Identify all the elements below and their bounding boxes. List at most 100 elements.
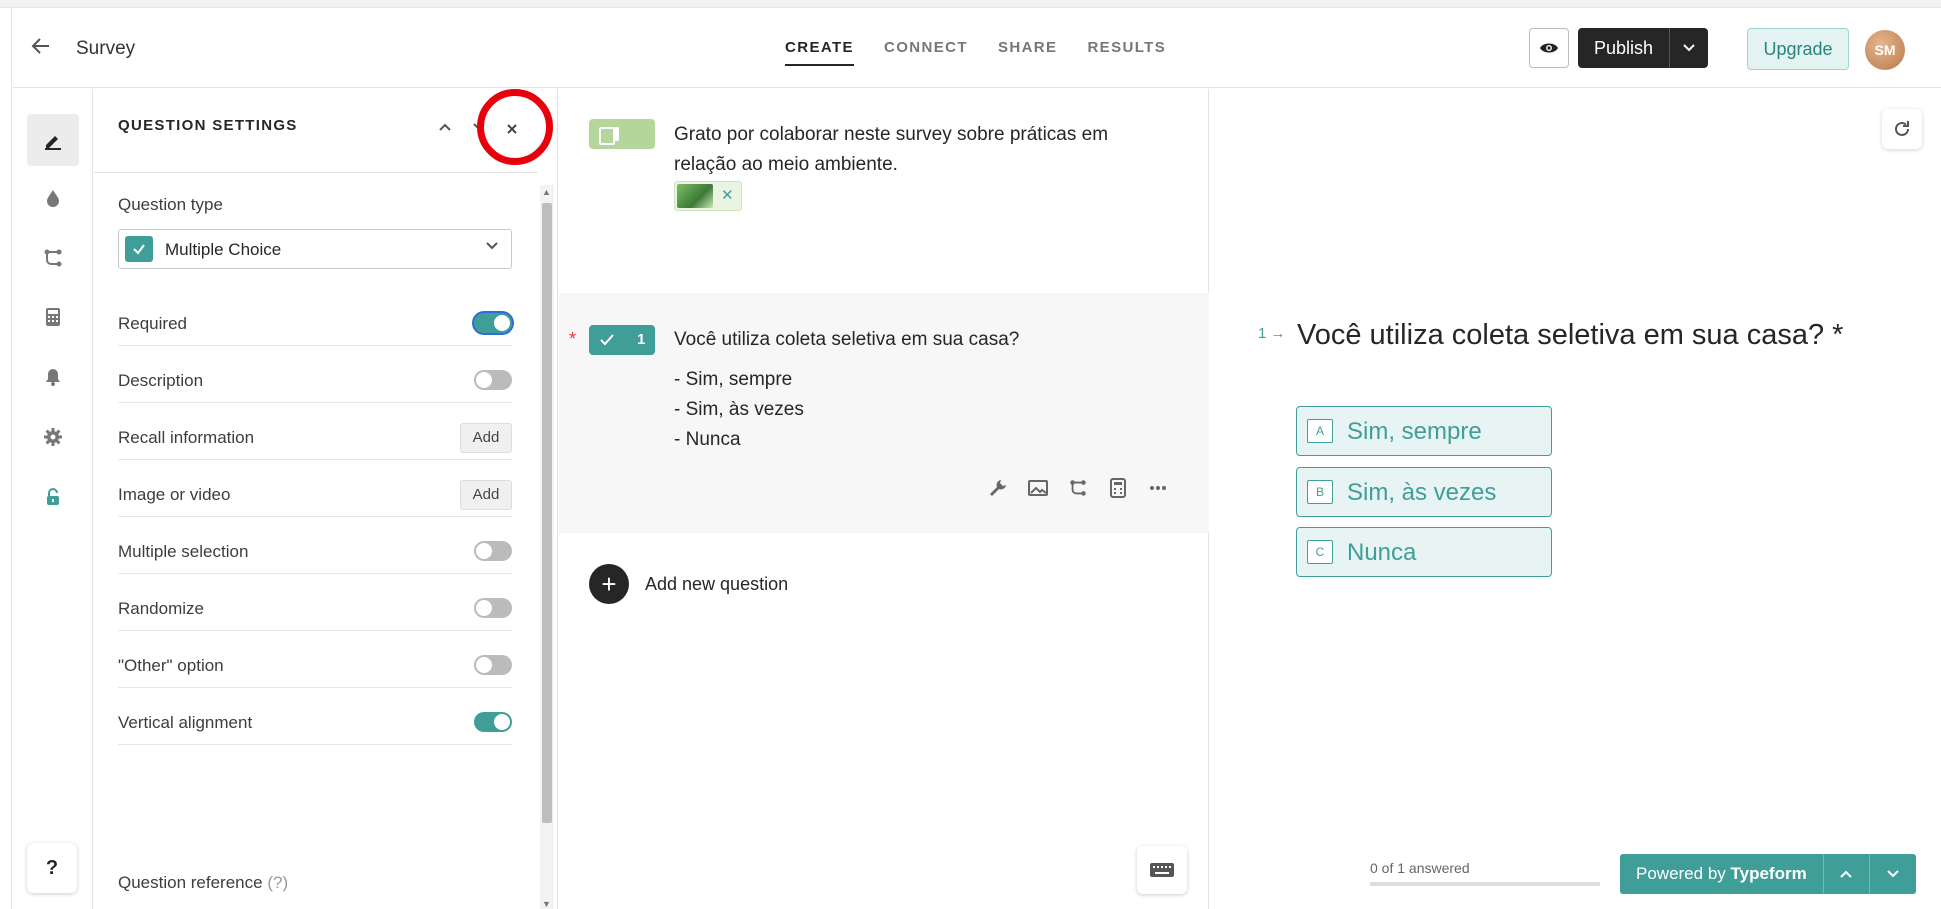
recall-add-button[interactable]: Add	[460, 423, 512, 453]
back-arrow-icon[interactable]	[31, 36, 51, 61]
powered-brand: Typeform	[1730, 864, 1807, 883]
checkbox-icon	[600, 334, 614, 346]
description-toggle[interactable]	[474, 370, 512, 390]
powered-by-link[interactable]: Powered by Typeform	[1620, 854, 1824, 894]
setting-image-or-video: Image or video Add	[118, 460, 512, 517]
main-tabs: CREATE CONNECT SHARE RESULTS	[785, 39, 1166, 66]
drop-icon	[47, 190, 59, 207]
setting-label: "Other" option	[118, 656, 224, 675]
add-new-question-button[interactable]: + Add new question	[589, 564, 788, 604]
question-reference-label: Question reference	[118, 873, 263, 892]
progress-text: 0 of 1 answered	[1370, 860, 1470, 876]
add-new-question-label: Add new question	[645, 573, 789, 594]
rail-calculator-button[interactable]	[27, 291, 79, 343]
question-number: 1	[637, 331, 646, 348]
plus-icon: +	[589, 564, 629, 604]
setting-multiple-selection: Multiple selection	[118, 517, 512, 574]
rail-logic-button[interactable]	[27, 232, 79, 284]
progress-bar	[1370, 882, 1600, 886]
tab-results[interactable]: RESULTS	[1087, 39, 1166, 66]
question-toolbar	[987, 477, 1169, 499]
rail-content-button[interactable]	[27, 114, 79, 166]
tab-create[interactable]: CREATE	[785, 39, 854, 66]
publish-button-group: Publish	[1578, 28, 1709, 68]
remove-image-icon[interactable]: ✕	[721, 186, 734, 204]
calculator-icon[interactable]	[1107, 477, 1129, 499]
question-reference-help[interactable]: (?)	[267, 873, 288, 892]
welcome-image-thumbnail: ✕	[674, 181, 742, 211]
tab-share[interactable]: SHARE	[998, 39, 1058, 66]
help-button[interactable]: ?	[27, 843, 77, 893]
scroll-up-icon[interactable]: ▲	[542, 187, 551, 197]
choice-key: A	[1307, 419, 1333, 443]
multiple-selection-toggle[interactable]	[474, 541, 512, 561]
tab-connect[interactable]: CONNECT	[884, 39, 968, 66]
image-add-button[interactable]: Add	[460, 480, 512, 510]
preview-choice-c[interactable]: C Nunca	[1296, 527, 1552, 577]
highlight-circle	[477, 89, 553, 165]
welcome-screen-item[interactable]: Grato por colaborar neste survey sobre p…	[559, 89, 1209, 289]
preview-question-text: Você utiliza coleta seletiva em sua casa…	[1297, 319, 1844, 351]
image-icon[interactable]	[1027, 477, 1049, 499]
logic-icon[interactable]	[1067, 477, 1089, 499]
powered-prefix: Powered by	[1636, 864, 1726, 883]
question-card[interactable]: * 1 Você utiliza coleta seletiva em sua …	[559, 293, 1209, 533]
settings-scrollbar[interactable]: ▲ ▼	[540, 185, 554, 909]
keyboard-shortcuts-button[interactable]	[1137, 846, 1187, 894]
refresh-preview-button[interactable]	[1882, 109, 1922, 149]
choice-list: - Sim, sempre - Sim, às vezes - Nunca	[674, 365, 804, 455]
scrollbar-thumb[interactable]	[542, 203, 552, 823]
rail-settings-button[interactable]	[27, 411, 79, 463]
wrench-icon[interactable]	[987, 477, 1009, 499]
setting-label: Randomize	[118, 599, 204, 618]
gear-icon	[44, 428, 62, 446]
rail-notifications-button[interactable]	[27, 351, 79, 403]
preview-choice-b[interactable]: B Sim, às vezes	[1296, 467, 1552, 517]
pen-icon	[45, 136, 61, 150]
form-title[interactable]: Survey	[76, 38, 135, 60]
question-number: 1	[1258, 325, 1267, 342]
publish-dropdown-button[interactable]	[1670, 28, 1708, 68]
left-edge	[0, 8, 12, 909]
bell-icon	[46, 369, 60, 386]
more-options-icon[interactable]	[1147, 477, 1169, 499]
settings-title: QUESTION SETTINGS	[118, 117, 298, 134]
browser-top-strip	[0, 0, 1941, 8]
form-preview: 1 → Você utiliza coleta seletiva em sua …	[1210, 89, 1941, 909]
list-item: - Sim, às vezes	[674, 399, 804, 420]
setting-vertical-alignment: Vertical alignment	[118, 688, 512, 745]
required-mark: *	[569, 329, 577, 349]
image-thumbnail	[677, 184, 713, 208]
chevron-down-icon	[1683, 44, 1695, 52]
setting-label: Description	[118, 371, 204, 390]
question-type-select[interactable]: Multiple Choice	[118, 229, 512, 269]
other-option-toggle[interactable]	[474, 655, 512, 675]
preview-eye-button[interactable]	[1529, 28, 1569, 68]
rail-design-button[interactable]	[27, 172, 79, 224]
rail-access-button[interactable]	[27, 471, 79, 523]
avatar[interactable]: SM	[1865, 30, 1905, 70]
vertical-alignment-toggle[interactable]	[474, 712, 512, 732]
setting-label: Recall information	[118, 428, 255, 447]
preview-choice-a[interactable]: A Sim, sempre	[1296, 406, 1552, 456]
randomize-toggle[interactable]	[474, 598, 512, 618]
question-type-label: Question type	[118, 195, 223, 214]
question-text: Você utiliza coleta seletiva em sua casa…	[674, 329, 1020, 350]
keyboard-icon	[1150, 863, 1174, 877]
question-list: Grato por colaborar neste survey sobre p…	[559, 89, 1209, 909]
next-question-button[interactable]	[1870, 854, 1916, 894]
choice-key: B	[1307, 480, 1333, 504]
calculator-icon	[46, 308, 60, 326]
chevron-up-icon[interactable]	[438, 119, 452, 137]
scroll-down-icon[interactable]: ▼	[542, 899, 551, 909]
required-toggle[interactable]	[474, 313, 512, 333]
publish-button[interactable]: Publish	[1578, 28, 1671, 68]
app-header: Survey CREATE CONNECT SHARE RESULTS Publ…	[13, 8, 1941, 88]
list-item: - Nunca	[674, 429, 741, 450]
setting-recall-information: Recall information Add	[118, 403, 512, 460]
choice-label: Sim, sempre	[1347, 418, 1482, 445]
chevron-up-icon	[1840, 870, 1852, 878]
upgrade-button[interactable]: Upgrade	[1747, 28, 1849, 70]
setting-label: Image or video	[118, 485, 231, 504]
previous-question-button[interactable]	[1824, 854, 1870, 894]
